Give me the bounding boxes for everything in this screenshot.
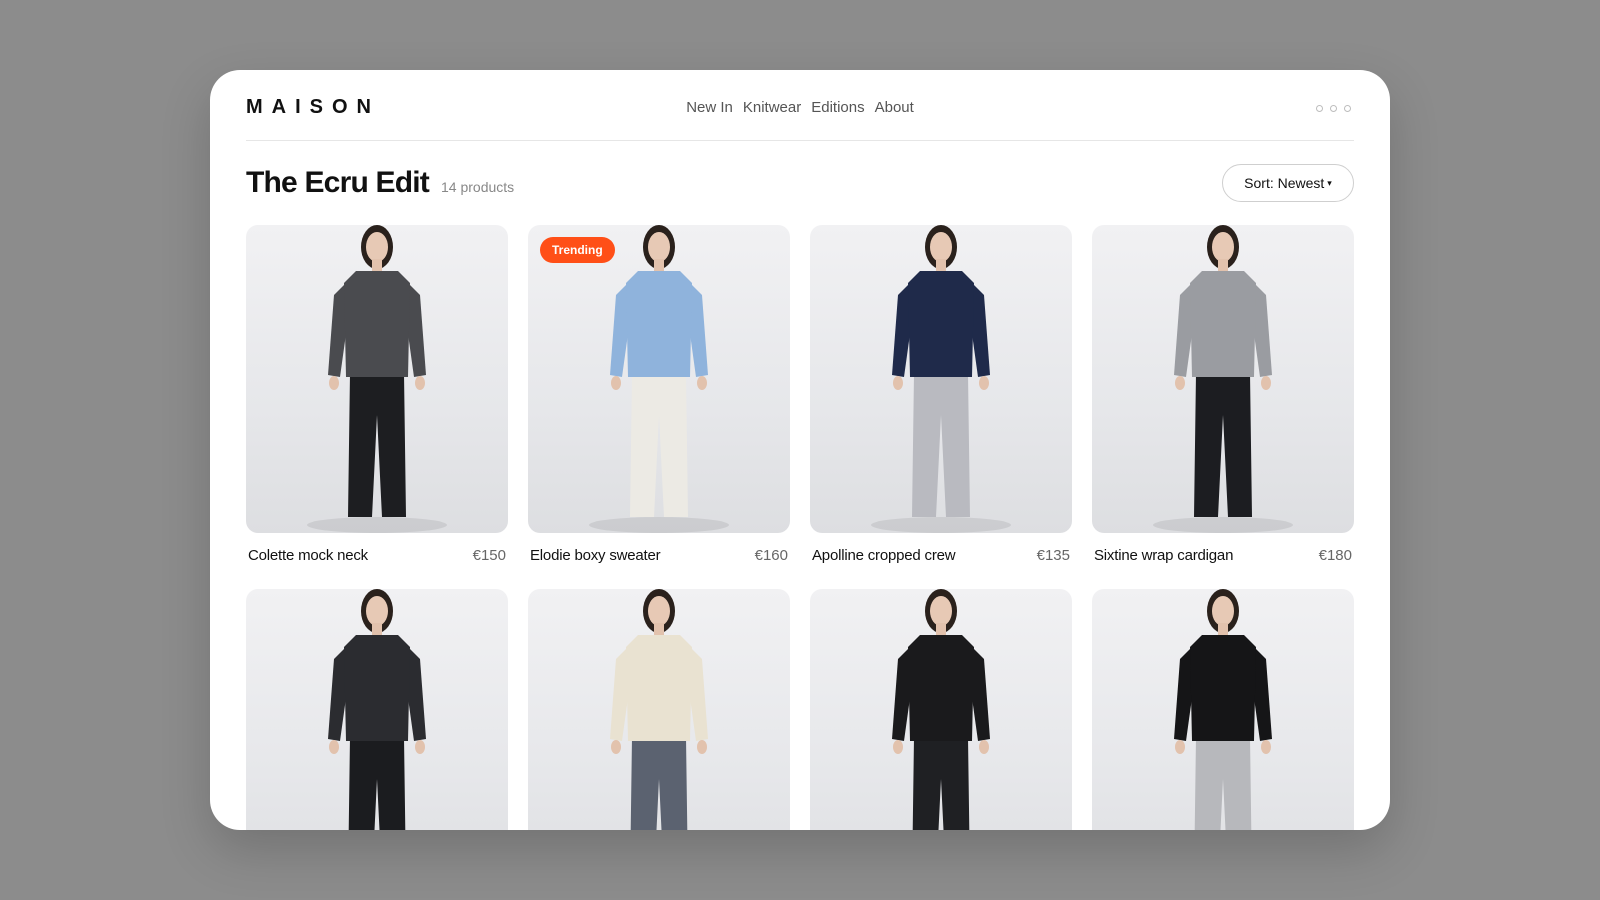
product-meta: Colette mock neck €150 [246, 533, 508, 564]
product-image[interactable] [528, 589, 790, 830]
product-card[interactable]: Sixtine wrap cardigan €180 [1092, 225, 1354, 564]
sort-label: Sort: Newest [1244, 175, 1325, 191]
product-image[interactable] [810, 225, 1072, 533]
product-image[interactable] [246, 225, 508, 533]
product-card[interactable] [528, 589, 790, 830]
dot-icon [1344, 105, 1351, 112]
model-figure [871, 225, 1011, 533]
page-title: The Ecru Edit [246, 166, 430, 199]
site-header: MAISON New In Knitwear Editions About [246, 70, 1354, 141]
product-card[interactable]: Apolline cropped crew €135 [810, 225, 1072, 564]
product-price: €160 [754, 547, 788, 564]
product-price: €135 [1036, 547, 1070, 564]
product-image[interactable] [1092, 589, 1354, 830]
dot-icon [1330, 105, 1337, 112]
model-figure [307, 225, 447, 533]
product-count: 14 products [441, 179, 515, 195]
nav-item-knitwear[interactable]: Knitwear [743, 99, 801, 116]
product-name[interactable]: Sixtine wrap cardigan [1094, 547, 1233, 564]
product-meta: Sixtine wrap cardigan €180 [1092, 533, 1354, 564]
product-name[interactable]: Elodie boxy sweater [530, 547, 661, 564]
product-meta: Elodie boxy sweater €160 [528, 533, 790, 564]
nav-item-about[interactable]: About [875, 99, 914, 116]
model-figure [328, 589, 426, 830]
product-image[interactable] [246, 589, 508, 830]
product-price: €150 [472, 547, 506, 564]
product-name[interactable]: Apolline cropped crew [812, 547, 956, 564]
product-meta: Apolline cropped crew €135 [810, 533, 1072, 564]
browser-window: MAISON New In Knitwear Editions About Th… [210, 70, 1390, 830]
chevron-down-icon: ▾ [1327, 177, 1332, 188]
product-grid: Colette mock neck €150 Trending Elodie boxy… [246, 225, 1354, 830]
product-image[interactable]: Trending [528, 225, 790, 533]
product-image[interactable] [810, 589, 1072, 830]
model-figure [610, 589, 708, 830]
product-card[interactable] [810, 589, 1072, 830]
product-card[interactable]: Colette mock neck €150 [246, 225, 508, 564]
title-row: The Ecru Edit 14 products Sort: Newest ▾ [246, 164, 1354, 206]
nav-item-editions[interactable]: Editions [811, 99, 864, 116]
model-figure [589, 225, 729, 533]
dot-icon [1316, 105, 1323, 112]
nav-item-new-in[interactable]: New In [686, 99, 733, 116]
product-card[interactable] [1092, 589, 1354, 830]
product-image[interactable] [1092, 225, 1354, 533]
main-nav: New In Knitwear Editions About [246, 99, 1354, 116]
model-figure [1174, 589, 1272, 830]
product-card[interactable] [246, 589, 508, 830]
more-menu-icon[interactable] [1316, 105, 1351, 112]
product-price: €180 [1318, 547, 1352, 564]
sort-button[interactable]: Sort: Newest ▾ [1222, 164, 1354, 202]
product-name[interactable]: Colette mock neck [248, 547, 368, 564]
product-card[interactable]: Trending Elodie boxy sweater €160 [528, 225, 790, 564]
model-figure [1153, 225, 1293, 533]
model-figure [892, 589, 990, 830]
trending-badge: Trending [540, 237, 615, 263]
